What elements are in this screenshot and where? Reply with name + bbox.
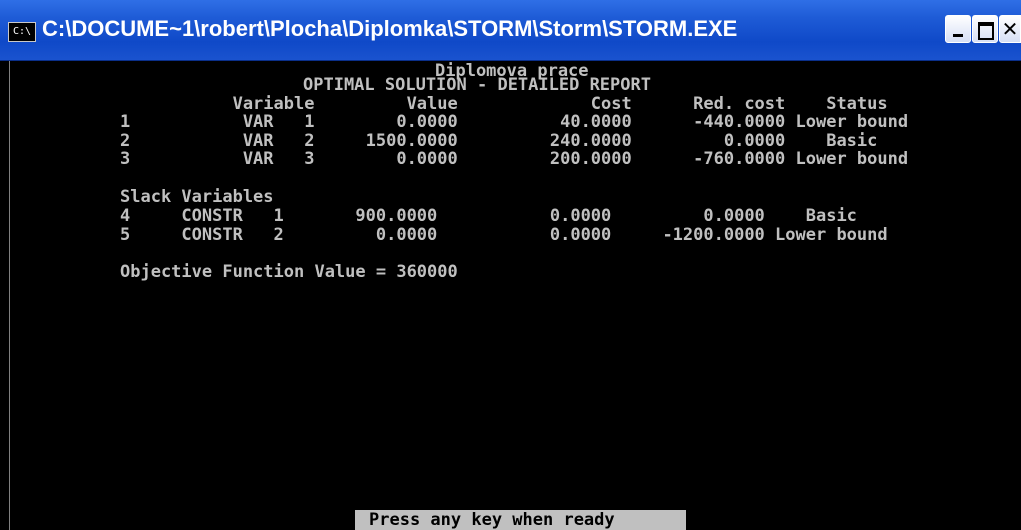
window-title: C:\DOCUME~1\robert\Plocha\Diplomka\STORM… <box>42 16 738 41</box>
close-button[interactable]: ✕ <box>999 15 1021 43</box>
minimize-icon <box>946 16 970 42</box>
maximize-icon <box>973 16 997 42</box>
minimize-button[interactable] <box>945 15 971 43</box>
variable-row-2: 2 VAR 2 1500.0000 240.0000 0.0000 Basic <box>120 131 878 151</box>
slack-row-4: 4 CONSTR 1 900.0000 0.0000 0.0000 Basic <box>120 206 857 226</box>
objective-function-value: Objective Function Value = 360000 <box>120 262 458 282</box>
console-output[interactable]: Diplomova prace OPTIMAL SOLUTION - DETAI… <box>9 61 1021 530</box>
variable-row-1: 1 VAR 1 0.0000 40.0000 -440.0000 Lower b… <box>120 112 909 132</box>
maximize-button[interactable] <box>972 15 998 43</box>
console-app-icon[interactable]: C:\ <box>8 22 36 42</box>
close-icon: ✕ <box>1001 17 1019 41</box>
column-header-row: Variable Value Cost Red. cost Status <box>120 94 888 114</box>
title-bar[interactable]: C:\ C:\DOCUME~1\robert\Plocha\Diplomka\S… <box>0 0 1021 61</box>
console-window: C:\ C:\DOCUME~1\robert\Plocha\Diplomka\S… <box>0 0 1021 530</box>
slack-variables-header: Slack Variables <box>120 187 274 207</box>
status-bar: Press any key when ready <box>355 510 686 530</box>
slack-row-5: 5 CONSTR 2 0.0000 0.0000 -1200.0000 Lowe… <box>120 225 888 245</box>
press-any-key-prompt: Press any key when ready <box>369 510 615 530</box>
variable-row-3: 3 VAR 3 0.0000 200.0000 -760.0000 Lower … <box>120 149 909 169</box>
report-subtitle: OPTIMAL SOLUTION - DETAILED REPORT <box>303 75 651 95</box>
